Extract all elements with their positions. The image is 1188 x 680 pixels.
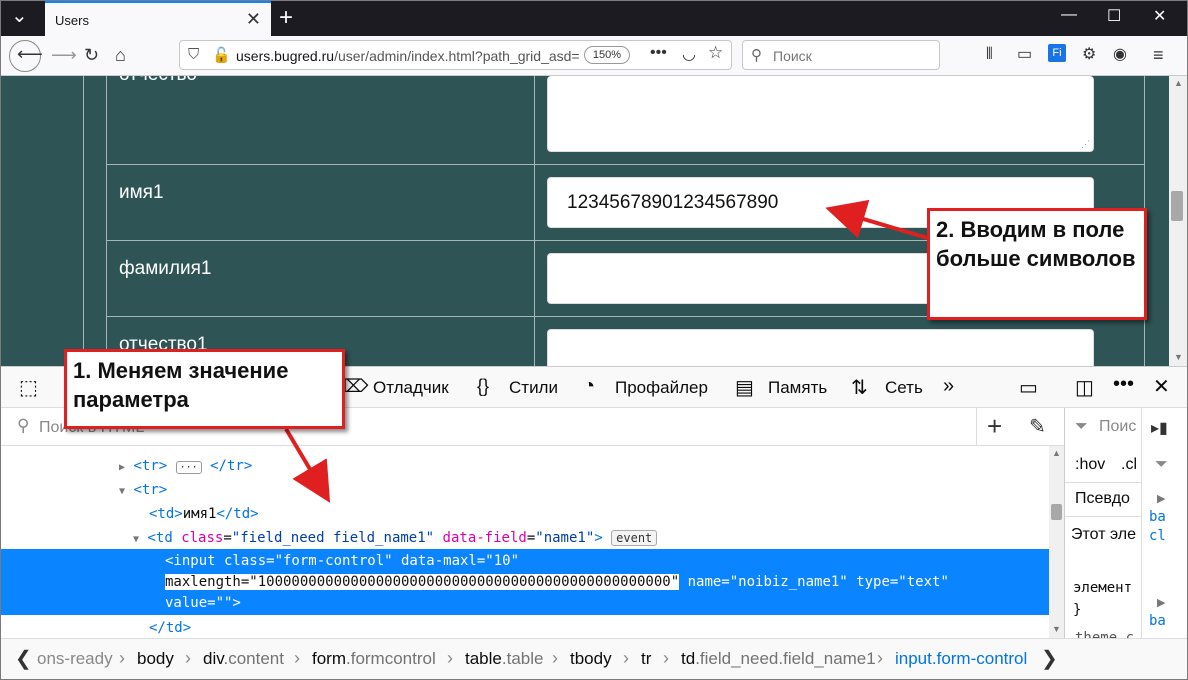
arrow-to-attribute — [284, 427, 331, 503]
arrow-to-input — [825, 199, 932, 241]
callout-change-parameter: 1. Меняем значение параметра — [64, 349, 345, 429]
browser-window: ⌄ Users ✕ + — ☐ ✕ ⟵ ⟶ ↻ ⌂ ⛉ 🔓 users.bugr… — [0, 0, 1188, 680]
callout-enter-more-chars: 2. Вводим в поле больше символов — [927, 208, 1147, 320]
annotation-arrows — [284, 199, 932, 503]
